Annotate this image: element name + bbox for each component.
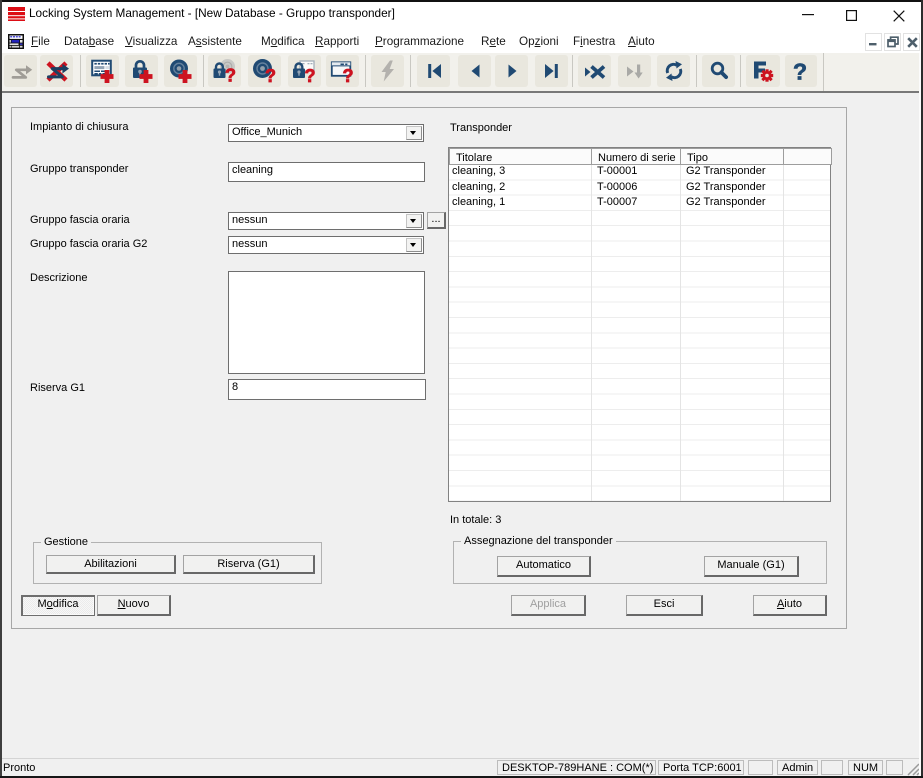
svg-text:?: ?	[225, 66, 236, 84]
svg-text:?: ?	[342, 66, 353, 84]
svg-text:?: ?	[304, 66, 315, 84]
svg-text:?: ?	[265, 66, 276, 84]
svg-text:?: ?	[793, 59, 807, 85]
